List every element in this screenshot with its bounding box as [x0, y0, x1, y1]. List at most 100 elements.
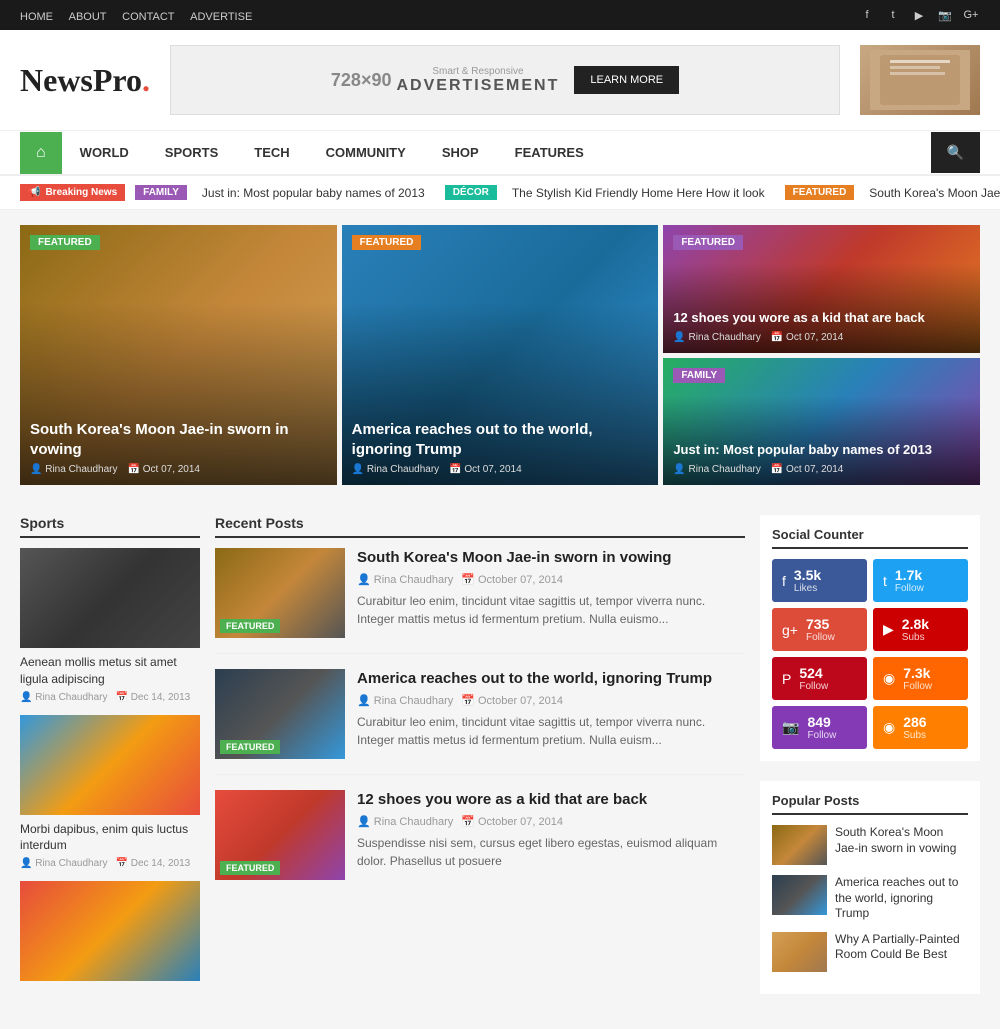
breaking-bar: 📢 Breaking News FAMILY Just in: Most pop… — [0, 176, 1000, 210]
nav-sports[interactable]: SPORTS — [147, 131, 236, 174]
sport-date-2: 📅 Dec 14, 2013 — [116, 858, 191, 869]
twitter-counter[interactable]: t 1.7k Follow — [873, 559, 968, 602]
featured-tag: FEATURED — [785, 185, 855, 200]
twitter-icon[interactable]: t — [884, 6, 902, 24]
recent-posts-title: Recent Posts — [215, 515, 745, 538]
recent-posts-column: Recent Posts FEATURED South Korea's Moon… — [215, 515, 745, 1014]
googleplus-icon[interactable]: G+ — [962, 6, 980, 24]
ig-count: 849 — [807, 714, 836, 730]
sport-item-3[interactable] — [20, 881, 200, 981]
home-nav-button[interactable]: ⌂ — [20, 132, 62, 174]
breaking-label: Breaking News — [45, 187, 117, 198]
top-nav: HOME ABOUT CONTACT ADVERTISE — [20, 8, 264, 23]
facebook-counter[interactable]: f 3.5k Likes — [772, 559, 867, 602]
top-bar: HOME ABOUT CONTACT ADVERTISE f t ▶ 📷 G+ — [0, 0, 1000, 30]
recent-item-1: FEATURED South Korea's Moon Jae-in sworn… — [215, 548, 745, 654]
nav-world[interactable]: WORLD — [62, 131, 147, 174]
recent-title-1[interactable]: South Korea's Moon Jae-in sworn in vowin… — [357, 548, 745, 568]
rss-counter-1[interactable]: ◉ 7.3k Follow — [873, 657, 968, 700]
featured-title-1: South Korea's Moon Jae-in sworn in vowin… — [30, 420, 327, 459]
featured-item-4[interactable]: FAMILY Just in: Most popular baby names … — [663, 358, 980, 486]
featured-title-2: America reaches out to the world, ignori… — [352, 420, 649, 459]
recent-meta-1: 👤 Rina Chaudhary 📅 October 07, 2014 — [357, 573, 745, 586]
recent-img-2[interactable]: FEATURED — [215, 669, 345, 759]
recent-title-3[interactable]: 12 shoes you wore as a kid that are back — [357, 790, 745, 810]
header: NewsPro. 728×90 Smart & Responsive ADVER… — [0, 30, 1000, 131]
social-counter-section: Social Counter f 3.5k Likes t 1.7k Follo… — [760, 515, 980, 761]
tw-label: Follow — [895, 583, 924, 594]
youtube-counter[interactable]: ▶ 2.8k Subs — [873, 608, 968, 651]
nav-advertise[interactable]: ADVERTISE — [190, 11, 252, 23]
nav-contact[interactable]: CONTACT — [122, 11, 174, 23]
popular-item-1[interactable]: South Korea's Moon Jae-in sworn in vowin… — [772, 825, 968, 865]
recent-item-2: FEATURED America reaches out to the worl… — [215, 669, 745, 775]
fb-label: Likes — [794, 583, 821, 594]
popular-title-1: South Korea's Moon Jae-in sworn in vowin… — [835, 825, 968, 865]
recent-excerpt-2: Curabitur leo enim, tincidunt vitae sagi… — [357, 713, 745, 749]
youtube-icon[interactable]: ▶ — [910, 6, 928, 24]
featured-meta-2: 👤 Rina Chaudhary 📅 Oct 07, 2014 — [352, 464, 649, 475]
featured-content-1: South Korea's Moon Jae-in sworn in vowin… — [30, 420, 327, 475]
sport-item-2[interactable]: Morbi dapibus, enim quis luctus interdum… — [20, 715, 200, 870]
popular-img-1 — [772, 825, 827, 865]
yt-icon: ▶ — [883, 621, 894, 638]
recent-img-3[interactable]: FEATURED — [215, 790, 345, 880]
featured-content-2: America reaches out to the world, ignori… — [352, 420, 649, 475]
featured-meta-3: 👤 Rina Chaudhary 📅 Oct 07, 2014 — [673, 332, 970, 343]
sport-item-1[interactable]: Aenean mollis metus sit amet ligula adip… — [20, 548, 200, 703]
ig-label: Follow — [807, 730, 836, 741]
fb-icon: f — [782, 573, 786, 589]
recent-date-2: 📅 October 07, 2014 — [461, 694, 563, 707]
recent-meta-2: 👤 Rina Chaudhary 📅 October 07, 2014 — [357, 694, 745, 707]
googleplus-counter[interactable]: g+ 735 Follow — [772, 608, 867, 651]
pinterest-counter[interactable]: P 524 Follow — [772, 657, 867, 700]
search-button[interactable]: 🔍 — [931, 132, 980, 173]
featured-item-1[interactable]: FEATURED South Korea's Moon Jae-in sworn… — [20, 225, 337, 485]
tw-icon: t — [883, 573, 887, 589]
rss-count-1: 7.3k — [903, 665, 932, 681]
rss-icon-1: ◉ — [883, 670, 895, 687]
author-2: 👤 Rina Chaudhary — [352, 464, 440, 475]
sports-column: Sports Aenean mollis metus sit amet ligu… — [20, 515, 200, 1014]
learn-more-button[interactable]: LEARN MORE — [574, 66, 679, 94]
nav-home[interactable]: HOME — [20, 11, 53, 23]
sport-meta-2: 👤 Rina Chaudhary 📅 Dec 14, 2013 — [20, 858, 200, 869]
featured-tag-1: FEATURED — [30, 235, 100, 250]
nav-about[interactable]: ABOUT — [69, 11, 107, 23]
top-social-icons: f t ▶ 📷 G+ — [858, 6, 980, 24]
logo[interactable]: NewsPro. — [20, 62, 150, 99]
date-4: 📅 Oct 07, 2014 — [771, 464, 844, 475]
nav-community[interactable]: COMMUNITY — [308, 131, 424, 174]
recent-date-3: 📅 October 07, 2014 — [461, 815, 563, 828]
recent-author-2: 👤 Rina Chaudhary — [357, 694, 453, 707]
nav-tech[interactable]: TECH — [236, 131, 307, 174]
date-3: 📅 Oct 07, 2014 — [771, 332, 844, 343]
popular-item-3[interactable]: Why A Partially-Painted Room Could Be Be… — [772, 932, 968, 972]
camera-icon[interactable]: 📷 — [936, 6, 954, 24]
facebook-icon[interactable]: f — [858, 6, 876, 24]
nav-features[interactable]: FEATURES — [497, 131, 602, 174]
featured-item-3[interactable]: FEATURED 12 shoes you wore as a kid that… — [663, 225, 980, 353]
rss-counter-2[interactable]: ◉ 286 Subs — [873, 706, 968, 749]
sport-meta-1: 👤 Rina Chaudhary 📅 Dec 14, 2013 — [20, 692, 200, 703]
sports-title: Sports — [20, 515, 200, 538]
instagram-counter[interactable]: 📷 849 Follow — [772, 706, 867, 749]
recent-author-3: 👤 Rina Chaudhary — [357, 815, 453, 828]
recent-title-2[interactable]: America reaches out to the world, ignori… — [357, 669, 745, 689]
featured-tag-4: FAMILY — [673, 368, 725, 383]
rss-label-1: Follow — [903, 681, 932, 692]
featured-right: FEATURED 12 shoes you wore as a kid that… — [663, 225, 980, 485]
sport-title-2: Morbi dapibus, enim quis luctus interdum — [20, 821, 200, 855]
author-icon: 👤 Rina Chaudhary — [30, 464, 118, 475]
breaking-text-3: South Korea's Moon Jae-in sworn in v — [869, 186, 1000, 200]
popular-item-2[interactable]: America reaches out to the world, ignori… — [772, 875, 968, 922]
social-counter-title: Social Counter — [772, 527, 968, 549]
nav-shop[interactable]: SHOP — [424, 131, 497, 174]
featured-item-2[interactable]: FEATURED America reaches out to the worl… — [342, 225, 659, 485]
author-3: 👤 Rina Chaudhary — [673, 332, 761, 343]
ig-icon: 📷 — [782, 719, 799, 736]
recent-img-1[interactable]: FEATURED — [215, 548, 345, 638]
ad-adv: ADVERTISEMENT — [396, 77, 559, 95]
recent-content-1: South Korea's Moon Jae-in sworn in vowin… — [357, 548, 745, 638]
decor-tag: DÉCOR — [445, 185, 497, 200]
